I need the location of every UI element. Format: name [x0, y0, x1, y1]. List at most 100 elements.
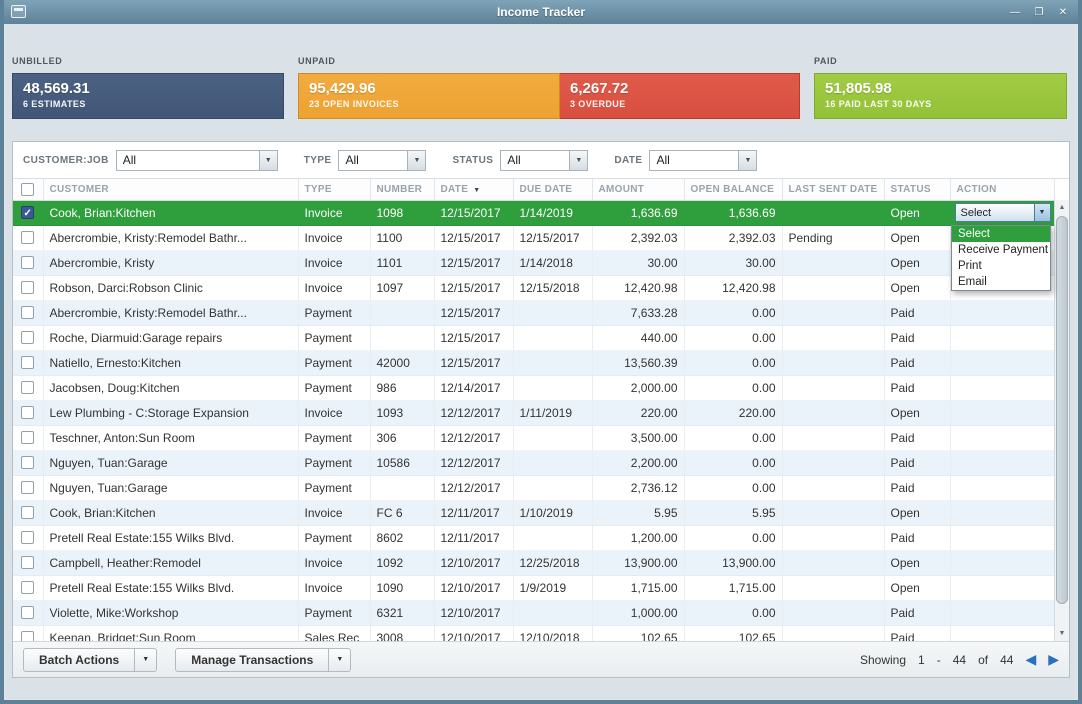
filter-customer-job: CUSTOMER:JOB All ▼	[23, 150, 278, 171]
action-dropdown-option[interactable]: Select	[952, 226, 1050, 242]
row-checkbox[interactable]: ✓	[21, 256, 34, 269]
table-row[interactable]: ✓ Pretell Real Estate:155 Wilks Blvd. Pa…	[13, 525, 1054, 550]
unpaid-label: UNPAID	[298, 56, 800, 69]
action-dropdown-option[interactable]: Receive Payment	[952, 242, 1050, 258]
cell-checkbox: ✓	[13, 475, 43, 500]
header-due-date[interactable]: DUE DATE	[513, 179, 592, 200]
open-invoices-tile[interactable]: 95,429.96 23 OPEN INVOICES	[298, 73, 560, 119]
header-open-balance[interactable]: OPEN BALANCE	[684, 179, 782, 200]
header-type[interactable]: TYPE	[298, 179, 370, 200]
cell-status: Paid	[884, 625, 950, 641]
minimize-button[interactable]: —	[1006, 4, 1024, 20]
cell-date: 12/15/2017	[434, 275, 513, 300]
table-row[interactable]: ✓ Natiello, Ernesto:Kitchen Payment 4200…	[13, 350, 1054, 375]
row-checkbox[interactable]: ✓	[21, 356, 34, 369]
header-amount[interactable]: AMOUNT	[592, 179, 684, 200]
header-status[interactable]: STATUS	[884, 179, 950, 200]
cell-date: 12/12/2017	[434, 475, 513, 500]
cell-number: 1100	[370, 225, 434, 250]
row-checkbox[interactable]: ✓	[21, 581, 34, 594]
select-all-checkbox[interactable]: ✓	[21, 183, 34, 196]
header-last-sent-date[interactable]: LAST SENT DATE	[782, 179, 884, 200]
header-number[interactable]: NUMBER	[370, 179, 434, 200]
cell-date: 12/14/2017	[434, 375, 513, 400]
table-row[interactable]: ✓ Violette, Mike:Workshop Payment 6321 1…	[13, 600, 1054, 625]
scroll-up-button[interactable]: ▲	[1055, 200, 1069, 215]
table-row[interactable]: ✓ Roche, Diarmuid:Garage repairs Payment…	[13, 325, 1054, 350]
cell-date: 12/15/2017	[434, 200, 513, 225]
row-checkbox[interactable]: ✓	[21, 506, 34, 519]
manage-transactions-button[interactable]: Manage Transactions	[175, 648, 329, 672]
prev-page-button[interactable]: ◀	[1025, 651, 1036, 668]
table-row[interactable]: ✓ Abercrombie, Kristy:Remodel Bathr... P…	[13, 300, 1054, 325]
customer-job-dropdown[interactable]: All ▼	[116, 150, 278, 171]
type-dropdown[interactable]: All ▼	[338, 150, 426, 171]
table-row[interactable]: ✓ Cook, Brian:Kitchen Invoice FC 6 12/11…	[13, 500, 1054, 525]
cell-last-sent-date	[782, 600, 884, 625]
date-dropdown[interactable]: All ▼	[649, 150, 757, 171]
table-row[interactable]: ✓ Jacobsen, Doug:Kitchen Payment 986 12/…	[13, 375, 1054, 400]
cell-action	[950, 625, 1054, 641]
table-row[interactable]: ✓ Abercrombie, Kristy:Remodel Bathr... I…	[13, 225, 1054, 250]
cell-status: Open	[884, 200, 950, 225]
header-customer[interactable]: CUSTOMER	[43, 179, 298, 200]
unbilled-tile[interactable]: 48,569.31 6 ESTIMATES	[12, 73, 284, 119]
maximize-button[interactable]: ❐	[1030, 4, 1048, 20]
cell-due-date	[513, 375, 592, 400]
action-select-value: Select	[956, 204, 1034, 221]
cell-customer: Pretell Real Estate:155 Wilks Blvd.	[43, 525, 298, 550]
filter-date: DATE All ▼	[614, 150, 757, 171]
row-checkbox[interactable]: ✓	[21, 431, 34, 444]
row-checkbox[interactable]: ✓	[21, 231, 34, 244]
table-row[interactable]: ✓ Lew Plumbing - C:Storage Expansion Inv…	[13, 400, 1054, 425]
row-checkbox[interactable]: ✓	[21, 481, 34, 494]
overdue-tile[interactable]: 6,267.72 3 OVERDUE	[560, 73, 800, 119]
action-select[interactable]: Select ▼	[955, 203, 1051, 222]
table-row[interactable]: ✓ Nguyen, Tuan:Garage Payment 12/12/2017…	[13, 475, 1054, 500]
paid-tile[interactable]: 51,805.98 16 PAID LAST 30 DAYS	[814, 73, 1067, 119]
row-checkbox[interactable]: ✓	[21, 331, 34, 344]
table-row[interactable]: ✓ Robson, Darci:Robson Clinic Invoice 10…	[13, 275, 1054, 300]
cell-checkbox: ✓	[13, 500, 43, 525]
cell-type: Invoice	[298, 250, 370, 275]
manage-transactions-menu-button[interactable]: ▼	[329, 648, 351, 672]
row-checkbox[interactable]: ✓	[21, 381, 34, 394]
cell-customer: Cook, Brian:Kitchen	[43, 500, 298, 525]
row-checkbox[interactable]: ✓	[21, 206, 34, 219]
vertical-scrollbar[interactable]: ▲ ▼	[1054, 200, 1069, 641]
table-row[interactable]: ✓ Campbell, Heather:Remodel Invoice 1092…	[13, 550, 1054, 575]
header-date[interactable]: DATE▼	[434, 179, 513, 200]
cell-number	[370, 300, 434, 325]
next-page-button[interactable]: ▶	[1048, 651, 1059, 668]
table-row[interactable]: ✓ Abercrombie, Kristy Invoice 1101 12/15…	[13, 250, 1054, 275]
action-dropdown-option[interactable]: Print	[952, 258, 1050, 274]
close-button[interactable]: ✕	[1054, 4, 1072, 20]
row-checkbox[interactable]: ✓	[21, 281, 34, 294]
of-label: of	[978, 653, 988, 667]
cell-checkbox: ✓	[13, 325, 43, 350]
table-row[interactable]: ✓ Keenan, Bridget:Sun Room Sales Rec 300…	[13, 625, 1054, 641]
row-checkbox[interactable]: ✓	[21, 606, 34, 619]
cell-status: Open	[884, 225, 950, 250]
row-checkbox[interactable]: ✓	[21, 456, 34, 469]
cell-due-date: 12/15/2017	[513, 225, 592, 250]
cell-open-balance: 0.00	[684, 450, 782, 475]
table-row[interactable]: ✓ Teschner, Anton:Sun Room Payment 306 1…	[13, 425, 1054, 450]
batch-actions-button[interactable]: Batch Actions	[23, 648, 135, 672]
row-checkbox[interactable]: ✓	[21, 406, 34, 419]
table-row[interactable]: ✓ Cook, Brian:Kitchen Invoice 1098 12/15…	[13, 200, 1054, 225]
row-checkbox[interactable]: ✓	[21, 531, 34, 544]
cell-number: 986	[370, 375, 434, 400]
header-action[interactable]: ACTION	[950, 179, 1054, 200]
action-dropdown-option[interactable]: Email	[952, 274, 1050, 290]
open-invoices-amount: 95,429.96	[309, 80, 549, 97]
batch-actions-menu-button[interactable]: ▼	[135, 648, 157, 672]
row-checkbox[interactable]: ✓	[21, 306, 34, 319]
scroll-down-button[interactable]: ▼	[1055, 626, 1069, 641]
table-row[interactable]: ✓ Pretell Real Estate:155 Wilks Blvd. In…	[13, 575, 1054, 600]
table-row[interactable]: ✓ Nguyen, Tuan:Garage Payment 10586 12/1…	[13, 450, 1054, 475]
scrollbar-thumb[interactable]	[1056, 216, 1068, 604]
row-checkbox[interactable]: ✓	[21, 631, 34, 641]
row-checkbox[interactable]: ✓	[21, 556, 34, 569]
status-dropdown[interactable]: All ▼	[500, 150, 588, 171]
